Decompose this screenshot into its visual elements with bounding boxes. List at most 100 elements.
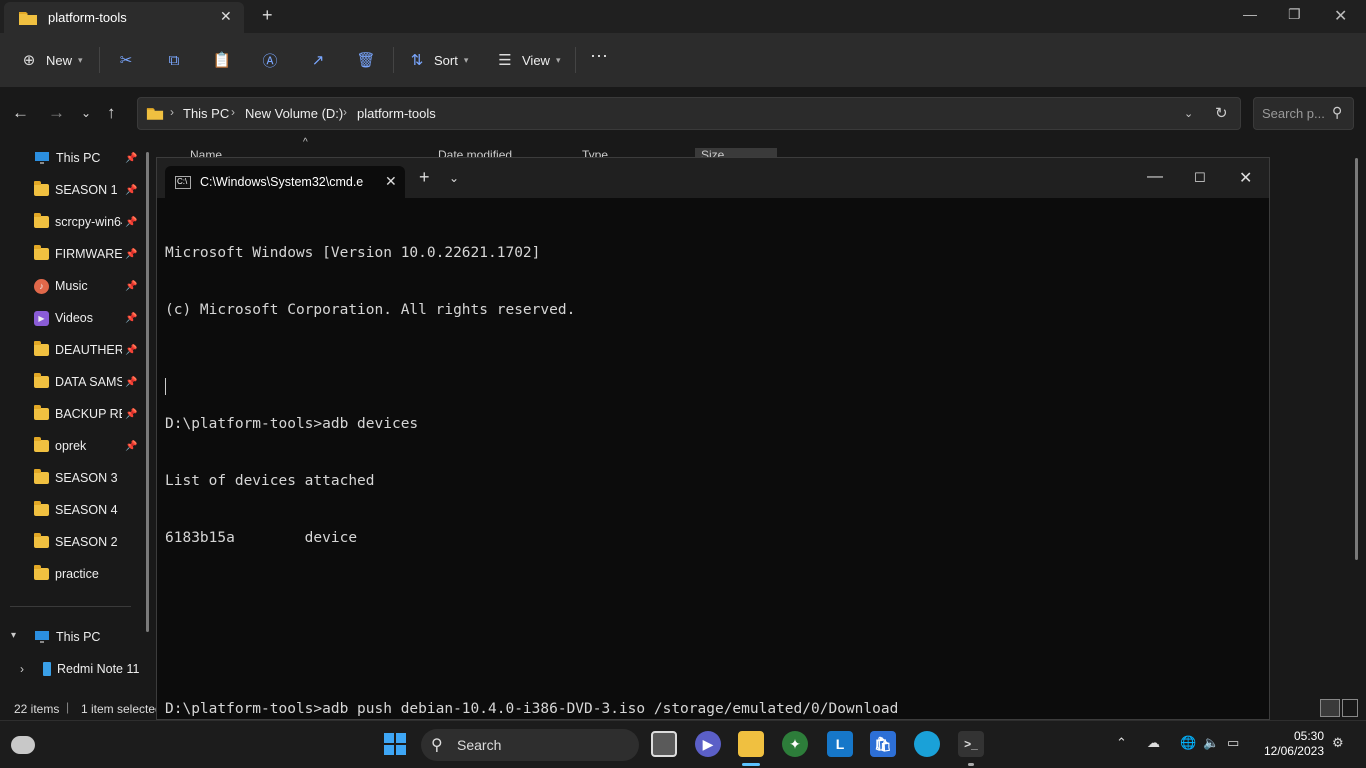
new-button[interactable]: ⊕ New ▾ — [18, 49, 83, 71]
folder-icon — [19, 12, 37, 25]
sidebar-item-season-3[interactable]: SEASON 3 — [34, 468, 146, 488]
item-count: 22 items — [14, 702, 60, 716]
folder-icon — [34, 469, 49, 484]
refresh-icon[interactable]: ↻ — [1215, 104, 1228, 122]
sidebar-item-label: SEASON 3 — [55, 471, 118, 485]
file-explorer-icon[interactable] — [738, 731, 764, 757]
copy-button[interactable]: ⧉ — [163, 49, 185, 71]
network-globe-icon[interactable]: 🌐 — [1180, 735, 1196, 751]
folder-icon — [34, 405, 49, 420]
close-icon[interactable]: ✕ — [1239, 168, 1252, 188]
sort-label: Sort — [434, 52, 458, 68]
start-icon[interactable] — [382, 731, 408, 757]
close-tab-icon[interactable]: ✕ — [220, 8, 232, 25]
sidebar-item-season-2[interactable]: SEASON 2 — [34, 532, 146, 552]
details-view-icon[interactable] — [1320, 699, 1340, 717]
plus-circle-icon: ⊕ — [22, 52, 36, 69]
sort-up-icon: ^ — [303, 137, 308, 148]
battery-icon[interactable]: ▭ — [1227, 735, 1239, 751]
terminal-line: D:\platform-tools>adb push debian-10.4.0… — [165, 701, 899, 717]
minimize-icon[interactable]: — — [1147, 168, 1163, 186]
tab-dropdown-icon[interactable]: ⌄ — [449, 171, 459, 185]
chevron-right-icon[interactable]: › — [231, 105, 235, 119]
rename-button[interactable]: Ⓐ — [259, 49, 281, 71]
maximize-icon[interactable]: ☐ — [1194, 170, 1206, 186]
breadcrumb-this-pc[interactable]: This PC — [183, 106, 229, 121]
back-arrow-icon[interactable]: ← — [12, 103, 29, 123]
sidebar-item-data-samsung[interactable]: DATA SAMSU — [34, 372, 122, 392]
terminal-output[interactable]: Microsoft Windows [Version 10.0.22621.17… — [165, 206, 898, 757]
expand-chevron-down-icon[interactable]: ▾ — [11, 630, 16, 641]
breadcrumb-platform-tools[interactable]: platform-tools — [357, 106, 436, 121]
browser-globe-icon[interactable]: ✦ — [782, 731, 808, 757]
sidebar-item-this-pc-tree[interactable]: This PC — [34, 627, 146, 647]
chat-icon[interactable]: ▶ — [695, 731, 721, 757]
forward-arrow-icon[interactable]: → — [48, 103, 65, 123]
view-button[interactable]: ☰ View ▾ — [494, 49, 560, 71]
cut-button[interactable]: ✂ — [115, 49, 137, 71]
sidebar-item-deauther[interactable]: DEAUTHER 8 — [34, 340, 122, 360]
sidebar-item-label: scrcpy-win64 — [55, 215, 122, 229]
address-dropdown-icon[interactable]: ⌄ — [1184, 107, 1193, 120]
sidebar-item-label: Music — [55, 279, 88, 293]
notification-icon[interactable]: ⚙ — [1332, 735, 1344, 751]
edge-icon[interactable] — [914, 731, 940, 757]
share-button[interactable]: ↗ — [307, 49, 329, 71]
sidebar-item-redmi-note[interactable]: Redmi Note 11 — [43, 659, 147, 679]
new-tab-button[interactable]: + — [262, 5, 273, 26]
weather-icon[interactable] — [10, 732, 36, 758]
delete-button[interactable]: 🗑 — [355, 49, 377, 71]
sort-button[interactable]: ⇅ Sort ▾ — [406, 49, 469, 71]
show-hidden-icons-chevron-icon[interactable]: ⌃ — [1116, 735, 1127, 751]
search-box[interactable]: Search p... ⚲ — [1253, 97, 1354, 130]
minimize-icon[interactable]: — — [1243, 6, 1257, 22]
recent-locations-chevron-icon[interactable]: ⌄ — [81, 106, 91, 120]
pin-icon: 📌 — [125, 345, 138, 356]
chevron-right-icon[interactable]: › — [343, 105, 347, 119]
sidebar-scrollbar[interactable] — [146, 152, 149, 632]
explorer-tab[interactable]: platform-tools ✕ — [4, 2, 244, 33]
tiles-view-icon[interactable] — [1342, 699, 1358, 717]
more-options-button[interactable]: ··· — [590, 45, 608, 66]
task-view-icon[interactable] — [651, 731, 677, 757]
chevron-down-icon: ▾ — [78, 54, 83, 65]
sidebar-item-label: SEASON 4 — [55, 503, 118, 517]
open-app-indicator — [968, 763, 974, 766]
clock[interactable]: 05:30 12/06/2023 — [1262, 729, 1324, 759]
content-scrollbar[interactable] — [1355, 158, 1358, 560]
close-icon[interactable]: ✕ — [1334, 6, 1347, 26]
terminal-tab[interactable]: C:\ C:\Windows\System32\cmd.e ✕ — [165, 166, 405, 198]
onedrive-icon[interactable]: ☁ — [1147, 735, 1160, 751]
toolbar-divider — [575, 47, 576, 73]
cmd-icon: C:\ — [175, 176, 191, 189]
sidebar-divider — [10, 606, 131, 607]
terminal-line: (c) Microsoft Corporation. All rights re… — [165, 302, 576, 318]
terminal-icon[interactable]: >_ — [958, 731, 984, 757]
sidebar-item-practice[interactable]: practice — [34, 564, 146, 584]
chevron-right-icon: › — [170, 105, 174, 119]
volume-icon[interactable]: 🔈 — [1203, 735, 1219, 751]
active-app-indicator — [742, 763, 760, 766]
share-icon: ↗ — [311, 52, 325, 69]
address-row: ← → ⌄ ↑ › This PC › New Volume (D:) › pl… — [0, 87, 1366, 141]
search-placeholder: Search p... — [1262, 106, 1325, 121]
toolbar-divider — [393, 47, 394, 73]
address-bar[interactable]: › This PC › New Volume (D:) › platform-t… — [137, 97, 1241, 130]
taskbar-search[interactable]: ⚲ Search — [421, 729, 639, 761]
breadcrumb-new-volume[interactable]: New Volume (D:) — [245, 106, 343, 121]
folder-icon — [34, 533, 49, 548]
sidebar-item-season-4[interactable]: SEASON 4 — [34, 500, 146, 520]
up-arrow-icon[interactable]: ↑ — [107, 103, 116, 123]
l-app-icon[interactable]: L — [827, 731, 853, 757]
sidebar-item-backup[interactable]: BACKUP REN — [34, 404, 122, 424]
close-tab-icon[interactable]: ✕ — [385, 173, 397, 190]
folder-icon — [34, 373, 49, 388]
new-tab-icon[interactable]: + — [419, 167, 430, 188]
store-icon[interactable]: 🛍 — [870, 731, 896, 757]
restore-icon[interactable]: ❐ — [1288, 6, 1301, 23]
paste-button[interactable]: 📋 — [211, 49, 233, 71]
sidebar-item-scrcpy[interactable]: scrcpy-win64 — [34, 212, 122, 232]
expand-chevron-right-icon[interactable]: › — [20, 662, 24, 676]
